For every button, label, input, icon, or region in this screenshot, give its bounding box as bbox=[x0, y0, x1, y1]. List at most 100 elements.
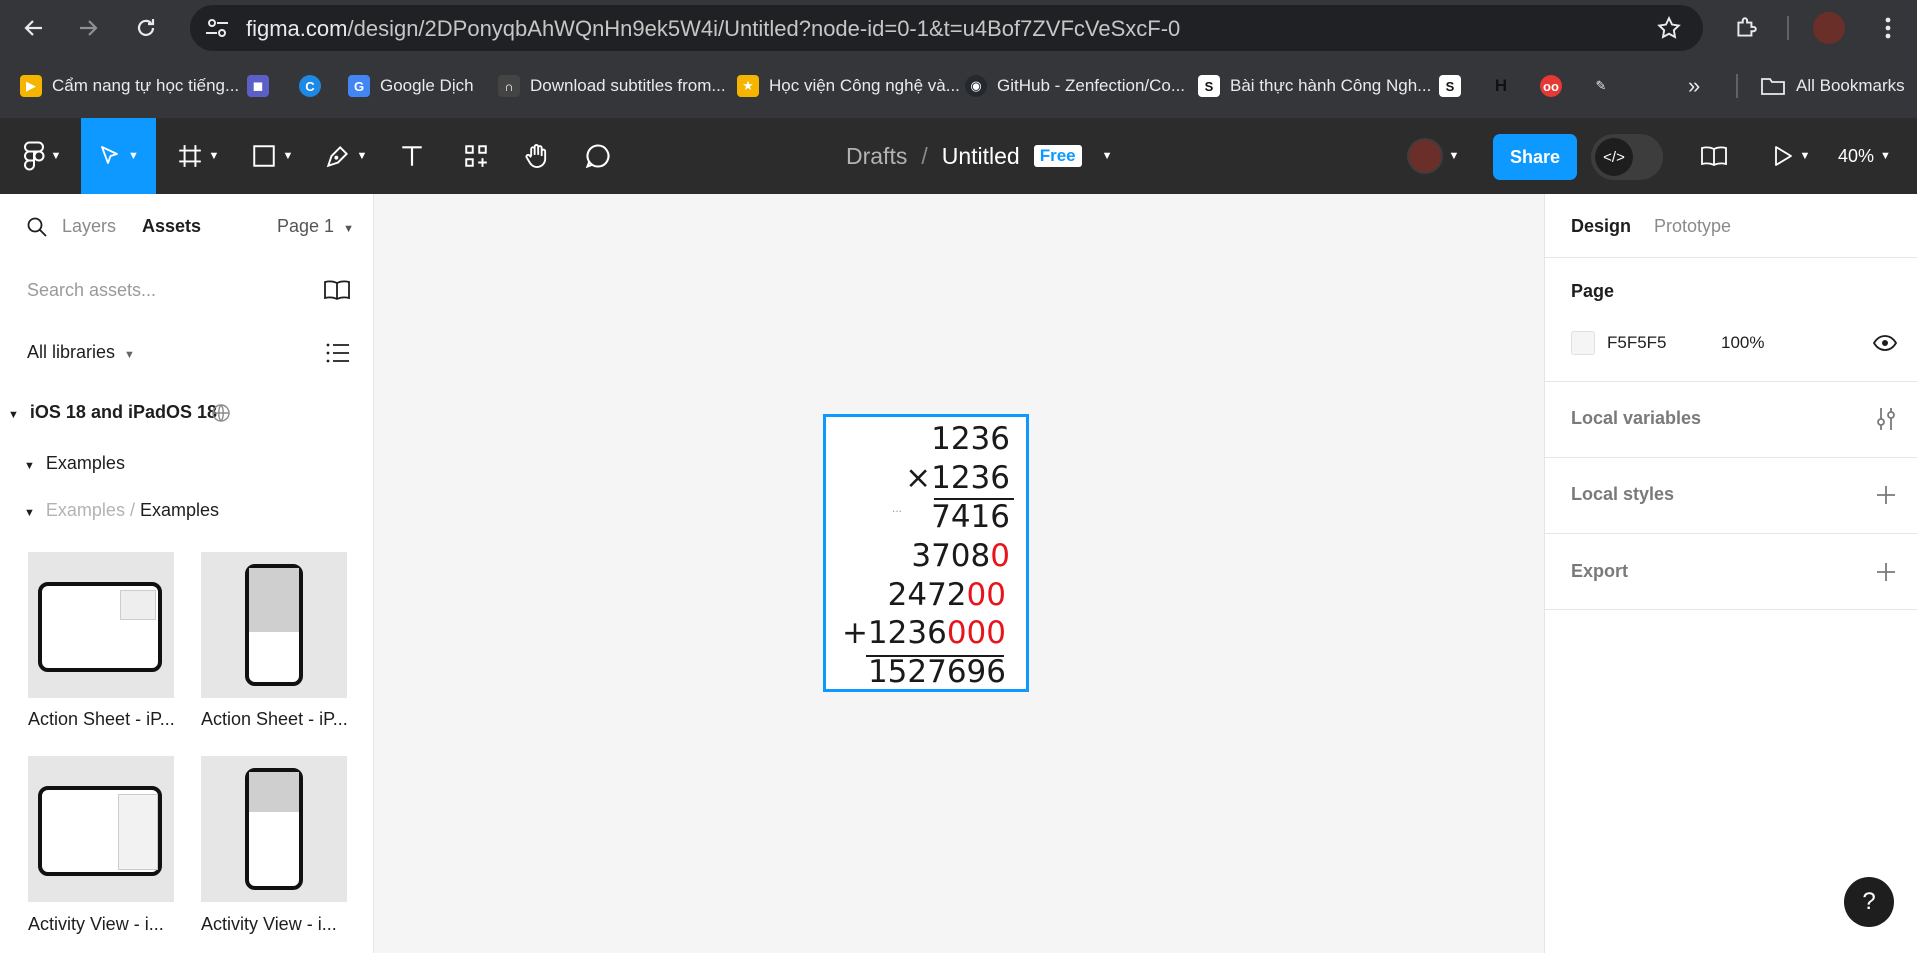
group-examples[interactable]: ▼ Examples bbox=[24, 453, 125, 474]
more-bookmarks-button[interactable]: » bbox=[1688, 68, 1700, 104]
file-name[interactable]: Untitled bbox=[942, 143, 1020, 170]
local-variables-section[interactable]: Local variables bbox=[1545, 382, 1917, 458]
bookmark-item[interactable]: S bbox=[1439, 68, 1461, 104]
dimmed-overlay bbox=[249, 568, 299, 632]
zoom-menu[interactable]: 40% ▼ bbox=[1838, 118, 1891, 194]
move-tool[interactable]: ▼ bbox=[81, 118, 156, 194]
page-color-swatch[interactable] bbox=[1571, 331, 1595, 355]
search-icon[interactable] bbox=[26, 216, 48, 238]
bookmark-favicon: oo bbox=[1540, 75, 1562, 97]
chevron-down-icon: ▼ bbox=[50, 150, 62, 162]
libraries-label: All libraries bbox=[27, 342, 116, 362]
kebab-menu-icon bbox=[1885, 17, 1891, 39]
reload-button[interactable] bbox=[128, 10, 164, 46]
tab-assets[interactable]: Assets bbox=[142, 216, 201, 237]
asset-label: Activity View - i... bbox=[28, 914, 164, 934]
browser-menu-button[interactable] bbox=[1870, 10, 1906, 46]
chevron-down-icon: ▼ bbox=[128, 150, 139, 162]
plan-badge[interactable]: Free bbox=[1033, 145, 1082, 167]
comment-tool[interactable] bbox=[577, 118, 619, 194]
tab-prototype[interactable]: Prototype bbox=[1654, 216, 1731, 237]
bookmark-item[interactable]: H bbox=[1490, 68, 1512, 104]
asset-thumbnail[interactable] bbox=[201, 552, 347, 698]
share-button[interactable]: Share bbox=[1493, 134, 1577, 180]
forward-button[interactable] bbox=[70, 10, 106, 46]
figma-logo-icon bbox=[23, 141, 45, 171]
bookmark-item[interactable]: ∩ Download subtitles from... bbox=[498, 68, 726, 104]
plus-icon[interactable] bbox=[1875, 484, 1897, 506]
plus-icon[interactable] bbox=[1875, 561, 1897, 583]
page-color-value[interactable]: F5F5F5 bbox=[1607, 333, 1667, 353]
bookmarks-divider bbox=[1736, 74, 1738, 98]
local-variables-label: Local variables bbox=[1571, 408, 1702, 428]
resources-tool[interactable] bbox=[455, 118, 497, 194]
extensions-button[interactable] bbox=[1728, 10, 1764, 46]
asset-thumbnail[interactable] bbox=[201, 756, 347, 902]
bookmark-star-icon[interactable] bbox=[1656, 15, 1682, 41]
search-assets-input[interactable]: Search assets... bbox=[27, 280, 156, 301]
address-bar[interactable]: figma.com/design/2DPonyqbAhWQnHn9ek5W4i/… bbox=[190, 5, 1703, 51]
all-bookmarks-button[interactable]: All Bookmarks bbox=[1760, 68, 1905, 104]
pen-tool[interactable]: ▼ bbox=[318, 118, 374, 194]
frame-tool[interactable]: ▼ bbox=[170, 118, 226, 194]
library-header[interactable]: ▼ iOS 18 and iPadOS 18 bbox=[8, 402, 217, 423]
text-tool[interactable] bbox=[391, 118, 433, 194]
eye-icon[interactable] bbox=[1873, 334, 1897, 352]
tab-layers[interactable]: Layers bbox=[62, 216, 116, 237]
url-path: /design/2DPonyqbAhWQnHn9ek5W4i/Untitled?… bbox=[347, 16, 1181, 41]
file-menu-chevron-icon[interactable]: ▼ bbox=[1102, 150, 1113, 162]
breadcrumb: Drafts / Untitled Free ▼ bbox=[846, 118, 1113, 194]
list-view-icon[interactable] bbox=[326, 342, 350, 364]
bookmark-item[interactable]: ◉ GitHub - Zenfection/Co... bbox=[965, 68, 1185, 104]
panel-tabs: Design Prototype bbox=[1545, 194, 1917, 258]
multiplayer-avatar-button[interactable]: ▼ bbox=[1400, 118, 1466, 194]
chevron-down-icon: ▼ bbox=[282, 150, 294, 162]
bookmark-favicon: C bbox=[299, 75, 321, 97]
bookmark-item[interactable]: ◼ bbox=[247, 68, 269, 104]
subgroup-examples[interactable]: ▼ Examples / Examples bbox=[24, 500, 219, 521]
toolbar-divider bbox=[1787, 16, 1789, 40]
bookmark-item[interactable]: G Google Dịch bbox=[348, 68, 474, 104]
components-icon bbox=[465, 145, 487, 167]
variables-icon[interactable] bbox=[1875, 406, 1897, 432]
chevron-down-icon: ▼ bbox=[1799, 150, 1811, 162]
libraries-filter[interactable]: All libraries ▼ bbox=[27, 342, 135, 363]
play-icon bbox=[1774, 146, 1792, 166]
address-row: figma.com/design/2DPonyqbAhWQnHn9ek5W4i/… bbox=[0, 0, 1917, 56]
bookmark-item[interactable]: oo bbox=[1540, 68, 1562, 104]
book-icon[interactable] bbox=[322, 278, 352, 302]
bookmark-item[interactable]: ✎ bbox=[1590, 68, 1612, 104]
asset-label: Activity View - i... bbox=[201, 914, 337, 934]
bookmark-item[interactable]: ▶ Cẩm nang tự học tiếng... bbox=[20, 68, 239, 104]
local-styles-section[interactable]: Local styles bbox=[1545, 458, 1917, 534]
main-menu-button[interactable]: ▼ bbox=[14, 118, 70, 194]
breadcrumb-separator: / bbox=[921, 142, 928, 169]
browser-chrome: figma.com/design/2DPonyqbAhWQnHn9ek5W4i/… bbox=[0, 0, 1917, 118]
page-selector[interactable]: Page 1 ▼ bbox=[277, 216, 354, 237]
export-section[interactable]: Export bbox=[1545, 534, 1917, 610]
canvas-frame-selected[interactable]: 1236 ×1236 ... 7416 37080 247200 +123600… bbox=[823, 414, 1029, 692]
asset-label: Action Sheet - iP... bbox=[28, 709, 175, 729]
dev-mode-toggle[interactable]: </> bbox=[1591, 134, 1663, 180]
site-settings-icon[interactable] bbox=[204, 16, 230, 40]
url-text: figma.com/design/2DPonyqbAhWQnHn9ek5W4i/… bbox=[246, 16, 1180, 42]
page-selector-label: Page 1 bbox=[277, 216, 335, 236]
tab-design[interactable]: Design bbox=[1571, 216, 1631, 237]
library-button[interactable] bbox=[1694, 118, 1734, 194]
asset-thumbnail[interactable] bbox=[28, 756, 174, 902]
breadcrumb-drafts[interactable]: Drafts bbox=[846, 143, 907, 170]
action-sheet-illustration bbox=[120, 590, 156, 620]
bookmark-item[interactable]: ★ Học viện Công nghệ và... bbox=[737, 68, 960, 104]
asset-thumbnail[interactable] bbox=[28, 552, 174, 698]
back-button[interactable] bbox=[16, 10, 52, 46]
rectangle-icon bbox=[252, 145, 275, 167]
present-button[interactable]: ▼ bbox=[1762, 118, 1820, 194]
help-button[interactable]: ? bbox=[1844, 877, 1894, 927]
bookmark-item[interactable]: C bbox=[299, 68, 321, 104]
iphone-illustration bbox=[245, 768, 303, 890]
bookmark-item[interactable]: S Bài thực hành Công Ngh... bbox=[1198, 68, 1431, 104]
page-opacity-value[interactable]: 100% bbox=[1721, 333, 1764, 353]
hand-tool[interactable] bbox=[516, 118, 558, 194]
profile-avatar[interactable] bbox=[1813, 12, 1845, 44]
shape-tool[interactable]: ▼ bbox=[244, 118, 300, 194]
